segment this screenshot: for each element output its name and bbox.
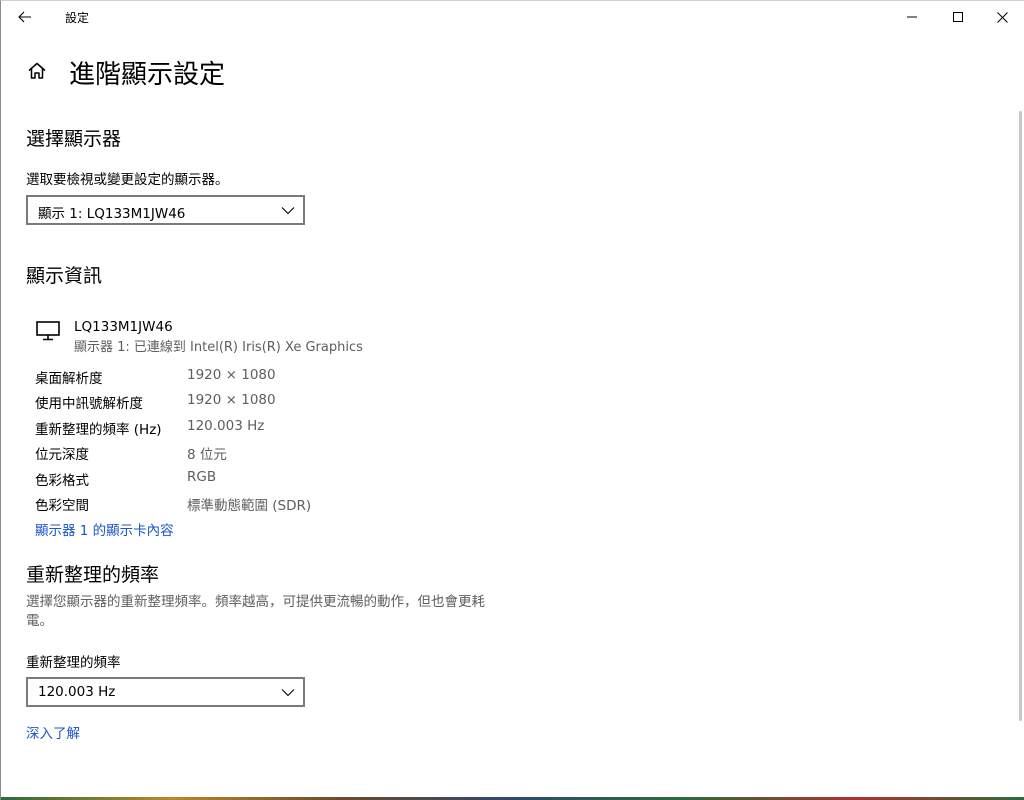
display-dropdown[interactable]: 顯示 1: LQ133M1JW46: [26, 195, 305, 225]
refresh-rate-description: 選擇您顯示器的重新整理頻率。頻率越高，可提供更流暢的動作，但也會更耗電。: [26, 594, 485, 629]
info-value: 1920 × 1080: [187, 392, 276, 408]
close-button[interactable]: [979, 1, 1024, 33]
info-label: 色彩空間: [35, 498, 89, 514]
info-row: 重新整理的頻率 (Hz) 120.003 Hz: [35, 418, 435, 440]
scrollbar[interactable]: [1019, 111, 1022, 721]
info-value: 標準動態範圍 (SDR): [187, 498, 312, 514]
adapter-properties-link[interactable]: 顯示器 1 的顯示卡內容: [35, 519, 174, 539]
home-icon[interactable]: [25, 59, 49, 83]
back-arrow-icon: [18, 11, 31, 23]
info-label: 桌面解析度: [35, 371, 103, 387]
close-icon: [996, 11, 1008, 23]
display-info-heading: 顯示資訊: [26, 265, 103, 287]
select-display-heading: 選擇顯示器: [26, 128, 122, 150]
display-dropdown-value: 顯示 1: LQ133M1JW46: [38, 206, 186, 222]
info-label: 重新整理的頻率 (Hz): [35, 422, 162, 438]
monitor-connection: 顯示器 1: 已連線到 Intel(R) Iris(R) Xe Graphics: [74, 340, 363, 355]
chevron-down-icon: [281, 207, 295, 215]
minimize-button[interactable]: [889, 1, 935, 33]
info-row: 色彩格式 RGB: [35, 469, 435, 491]
info-row: 使用中訊號解析度 1920 × 1080: [35, 392, 435, 414]
info-label: 位元深度: [35, 447, 89, 463]
settings-window: 設定 進階顯示設定 選擇顯示器 選取要檢視或變更設定的顯示器。 顯示 1: LQ…: [0, 0, 1024, 800]
info-row: 色彩空間 標準動態範圍 (SDR): [35, 494, 435, 516]
info-row: 桌面解析度 1920 × 1080: [35, 367, 435, 389]
info-label: 使用中訊號解析度: [35, 396, 143, 412]
refresh-rate-heading: 重新整理的頻率: [26, 564, 160, 586]
select-display-prompt: 選取要檢視或變更設定的顯示器。: [26, 172, 229, 188]
info-label: 色彩格式: [35, 473, 89, 489]
refresh-rate-label: 重新整理的頻率: [26, 655, 121, 671]
learn-more-link[interactable]: 深入了解: [26, 722, 80, 742]
maximize-icon: [953, 12, 963, 22]
monitor-icon: [36, 321, 60, 341]
monitor-name: LQ133M1JW46: [74, 319, 173, 335]
info-value: 120.003 Hz: [187, 418, 265, 434]
info-row: 位元深度 8 位元: [35, 443, 435, 465]
refresh-rate-dropdown-value: 120.003 Hz: [38, 684, 116, 700]
info-value: RGB: [187, 469, 217, 485]
info-value: 8 位元: [187, 447, 227, 463]
app-title: 設定: [65, 11, 90, 25]
refresh-rate-dropdown[interactable]: 120.003 Hz: [26, 677, 305, 707]
back-button[interactable]: [9, 1, 41, 33]
minimize-icon: [907, 16, 917, 18]
title-bar: 設定: [1, 1, 1024, 33]
page-title: 進階顯示設定: [69, 60, 226, 90]
chevron-down-icon: [281, 689, 295, 697]
maximize-button[interactable]: [935, 1, 981, 33]
info-value: 1920 × 1080: [187, 367, 276, 383]
